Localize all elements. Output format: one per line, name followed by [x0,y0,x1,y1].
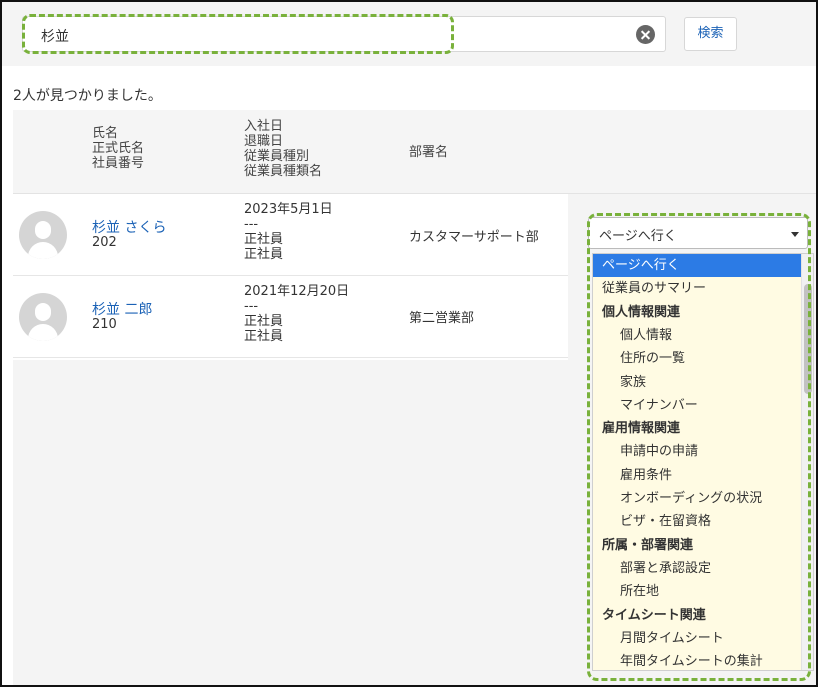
clear-icon[interactable] [636,25,655,44]
header-name-column: 氏名 正式氏名 社員番号 [92,126,144,171]
hire-date: 2021年12月20日 [244,284,350,299]
dropdown-highlight-annotation [587,213,811,681]
header-label: 社員番号 [92,156,145,171]
employee-type: 正社員 [244,232,284,247]
department-name: 第二営業部 [409,311,475,326]
avatar-icon [19,211,67,259]
employee-type-name: 正社員 [244,329,284,344]
employee-number: 202 [92,235,117,250]
header-label: 正式氏名 [92,141,145,156]
header-label: 入社日 [244,119,284,134]
employee-type-name: 正社員 [244,247,284,262]
header-date-column: 入社日 退職日 従業員種別 従業員種類名 [244,119,322,179]
header-label: 従業員種類名 [244,164,323,179]
table-header: 氏名 正式氏名 社員番号 入社日 退職日 従業員種別 従業員種類名 部署名 [13,110,816,194]
retire-date: --- [244,299,259,314]
retire-date: --- [244,217,259,232]
table-row: 杉並 さくら 202 2023年5月1日 --- 正社員 正社員 カスタマーサポ… [13,194,568,276]
table-row: 杉並 二郎 210 2021年12月20日 --- 正社員 正社員 第二営業部 [13,276,568,358]
employee-number: 210 [92,317,117,332]
header-label: 氏名 [92,126,119,141]
employee-name-link[interactable]: 杉並 さくら [92,217,166,237]
employee-name-link[interactable]: 杉並 二郎 [92,299,152,319]
search-highlight-annotation [22,14,454,54]
result-count: 2人が見つかりました。 [13,88,162,104]
employee-dates: 2021年12月20日 --- 正社員 正社員 [244,284,349,344]
avatar-icon [19,293,67,341]
header-label: 退職日 [244,134,284,149]
search-bar: 杉並 検索 [2,2,816,66]
header-dept-column: 部署名 [409,145,449,160]
employee-type: 正社員 [244,314,284,329]
hire-date: 2023年5月1日 [244,202,333,217]
search-button[interactable]: 検索 [684,17,737,51]
department-name: カスタマーサポート部 [409,230,539,245]
app-frame: 杉並 検索 2人が見つかりました。 氏名 正式氏名 社員番号 入社日 退職日 従… [0,0,818,687]
header-label: 従業員種別 [244,149,310,164]
employee-dates: 2023年5月1日 --- 正社員 正社員 [244,202,333,262]
